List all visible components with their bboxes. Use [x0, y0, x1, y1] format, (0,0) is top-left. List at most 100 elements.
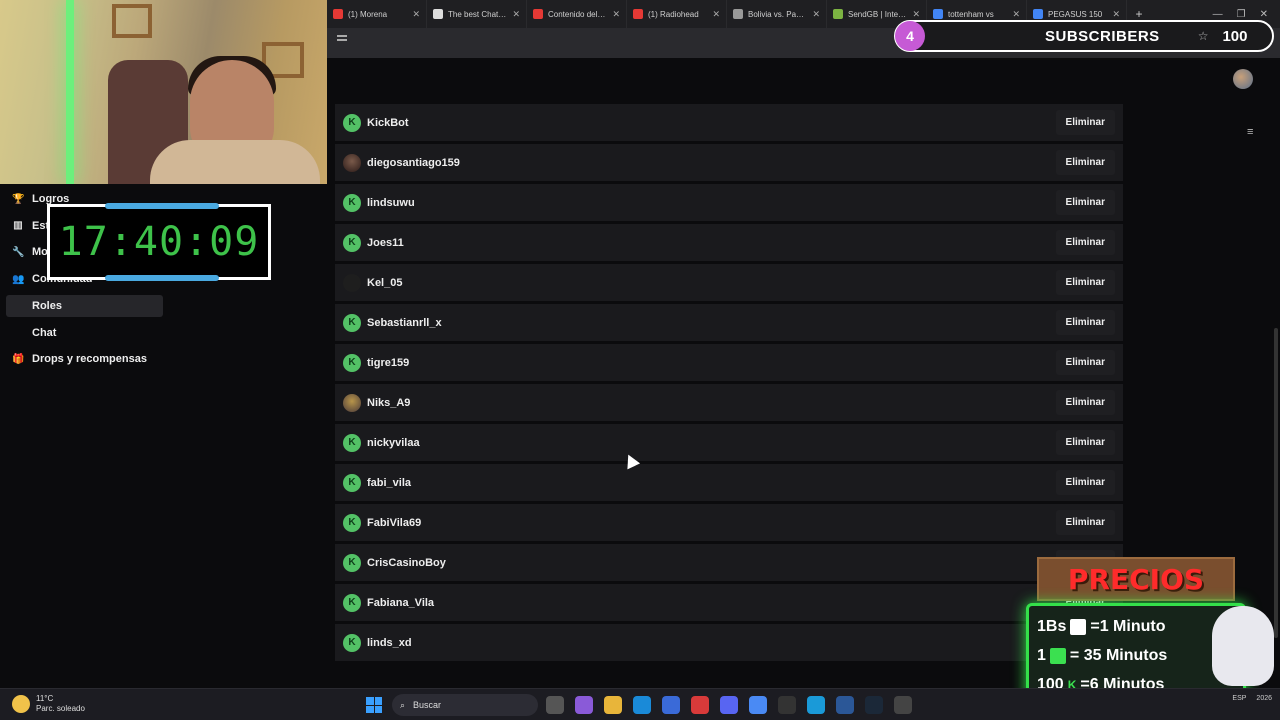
user-name[interactable]: Joes11 — [367, 237, 404, 249]
tab-title: The best Chatbot — [448, 9, 508, 19]
close-icon[interactable]: ✕ — [1012, 9, 1020, 20]
close-icon[interactable]: ✕ — [812, 9, 820, 20]
tab-favicon-icon — [433, 9, 443, 19]
search-label: Buscar — [413, 700, 442, 710]
star-icon[interactable]: ☆ — [1198, 29, 1209, 43]
browser-tab[interactable]: Contenido del canal ✕ — [527, 0, 627, 28]
browser-tab[interactable]: (1) Radiohead ✕ — [627, 0, 727, 28]
steam-icon[interactable] — [865, 696, 883, 714]
remove-button[interactable]: Eliminar — [1055, 110, 1115, 135]
weather-desc: Parc. soleado — [36, 704, 85, 713]
user-avatar[interactable] — [1233, 69, 1253, 89]
browser-tab[interactable]: The best Chatbot ✕ — [427, 0, 527, 28]
tray-year[interactable]: 2026 — [1256, 695, 1272, 702]
user-name[interactable]: Fabiana_Vila — [367, 597, 434, 609]
weather-widget[interactable]: 11°C Parc. soleado — [12, 694, 85, 714]
remove-button[interactable]: Eliminar — [1055, 150, 1115, 175]
copilot-icon[interactable] — [575, 696, 593, 714]
new-tab-button[interactable]: + — [1127, 7, 1151, 21]
user-name[interactable]: tigre159 — [367, 357, 409, 369]
close-icon[interactable]: ✕ — [512, 9, 520, 20]
kick-logo-avatar: K — [343, 113, 361, 132]
edge-icon[interactable] — [633, 696, 651, 714]
remove-button[interactable]: Eliminar — [1055, 470, 1115, 495]
user-name[interactable]: KickBot — [367, 117, 409, 129]
kick-logo-avatar: K — [343, 233, 361, 252]
app-icon[interactable] — [778, 696, 796, 714]
user-name[interactable]: fabi_vila — [367, 477, 411, 489]
tab-favicon-icon — [633, 9, 643, 19]
file-explorer-icon[interactable] — [604, 696, 622, 714]
kick-logo-avatar: K — [343, 553, 361, 572]
gift-icon: 🎁 — [12, 353, 25, 365]
close-icon[interactable]: ✕ — [412, 9, 420, 20]
close-window-icon[interactable]: ✕ — [1260, 9, 1268, 20]
user-name[interactable]: diegosantiago159 — [367, 157, 460, 169]
user-name[interactable]: Sebastianrll_x — [367, 317, 442, 329]
close-icon[interactable]: ✕ — [1112, 9, 1120, 20]
price-amount: 1 — [1037, 646, 1046, 664]
sidebar-item-chat[interactable]: Chat — [6, 322, 163, 344]
scrollbar[interactable] — [1274, 328, 1278, 638]
user-name[interactable]: FabiVila69 — [367, 517, 421, 529]
browser-tab[interactable]: Bolivia vs. Panamá ✕ — [727, 0, 827, 28]
search-icon: ⌕ — [400, 699, 406, 710]
close-icon[interactable]: ✕ — [612, 9, 620, 20]
remove-button[interactable]: Eliminar — [1055, 270, 1115, 295]
tab-favicon-icon — [933, 9, 943, 19]
maximize-icon[interactable]: ❐ — [1237, 9, 1246, 20]
remove-button[interactable]: Eliminar — [1055, 390, 1115, 415]
user-name[interactable]: Niks_A9 — [367, 397, 410, 409]
role-row: KFabiana_VilaEliminar — [335, 584, 1123, 621]
minimize-icon[interactable]: — — [1213, 9, 1223, 20]
user-name[interactable]: nickyvilaa — [367, 437, 420, 449]
task-view-icon[interactable] — [546, 696, 564, 714]
subscribers-goal-overlay: 4 SUBSCRIBERS ☆ ≡ 100 — [894, 20, 1274, 138]
obs-icon[interactable] — [894, 696, 912, 714]
taskbar-apps — [546, 696, 912, 714]
user-name[interactable]: CrisCasinoBoy — [367, 557, 446, 569]
role-row: Kfabi_vila Eliminar — [335, 464, 1123, 501]
hamburger-menu-icon[interactable] — [337, 39, 347, 41]
remove-button[interactable]: Eliminar — [1055, 510, 1115, 535]
remove-button[interactable]: Eliminar — [1055, 310, 1115, 335]
sidebar-item-label: Roles — [32, 299, 62, 312]
tab-favicon-icon — [733, 9, 743, 19]
opera-icon[interactable] — [691, 696, 709, 714]
gift-sub-icon — [1049, 647, 1066, 664]
close-icon[interactable]: ✕ — [712, 9, 720, 20]
discord-icon[interactable] — [720, 696, 738, 714]
sidebar-item-drops-y-recompensas[interactable]: 🎁 Drops y recompensas — [6, 348, 163, 370]
tray-lang[interactable]: ESP — [1232, 695, 1246, 702]
role-row: K Sebastianrll_x Eliminar — [335, 304, 1123, 341]
role-row: Knickyvilaa Eliminar — [335, 424, 1123, 461]
roles-list: K KickBot Eliminar diegosantiago159 Eliminar… — [335, 104, 1123, 664]
role-row: Ktigre159 Eliminar — [335, 344, 1123, 381]
tab-favicon-icon — [1033, 9, 1043, 19]
store-icon[interactable] — [662, 696, 680, 714]
taskbar-search[interactable]: ⌕ Buscar — [392, 694, 538, 716]
price-line: 1Bs =1 Minuto — [1037, 612, 1235, 641]
close-icon[interactable]: ✕ — [912, 9, 920, 20]
avatar — [343, 153, 361, 172]
word-icon[interactable] — [836, 696, 854, 714]
timer-bar-bottom — [105, 275, 219, 281]
sidebar-item-roles[interactable]: Roles — [6, 294, 163, 317]
start-button[interactable] — [366, 697, 382, 713]
browser-tab[interactable]: (1) Morena ✕ — [327, 0, 427, 28]
sidebar-item-label: Chat — [32, 326, 57, 339]
remove-button[interactable]: Eliminar — [1055, 350, 1115, 375]
user-name[interactable]: linds_xd — [367, 637, 412, 649]
app-icon[interactable] — [807, 696, 825, 714]
user-name[interactable]: Kel_05 — [367, 277, 402, 289]
remove-button[interactable]: Eliminar — [1055, 430, 1115, 455]
trophy-icon: 🏆 — [12, 193, 25, 205]
tab-favicon-icon — [333, 9, 343, 19]
wall-frame — [112, 4, 152, 38]
remove-button[interactable]: Eliminar — [1055, 190, 1115, 215]
chrome-icon[interactable] — [749, 696, 767, 714]
tab-title: Bolivia vs. Panamá — [748, 9, 807, 19]
remove-button[interactable]: Eliminar — [1055, 230, 1115, 255]
user-name[interactable]: lindsuwu — [367, 197, 415, 209]
reading-list-icon[interactable]: ≡ — [1247, 126, 1280, 138]
